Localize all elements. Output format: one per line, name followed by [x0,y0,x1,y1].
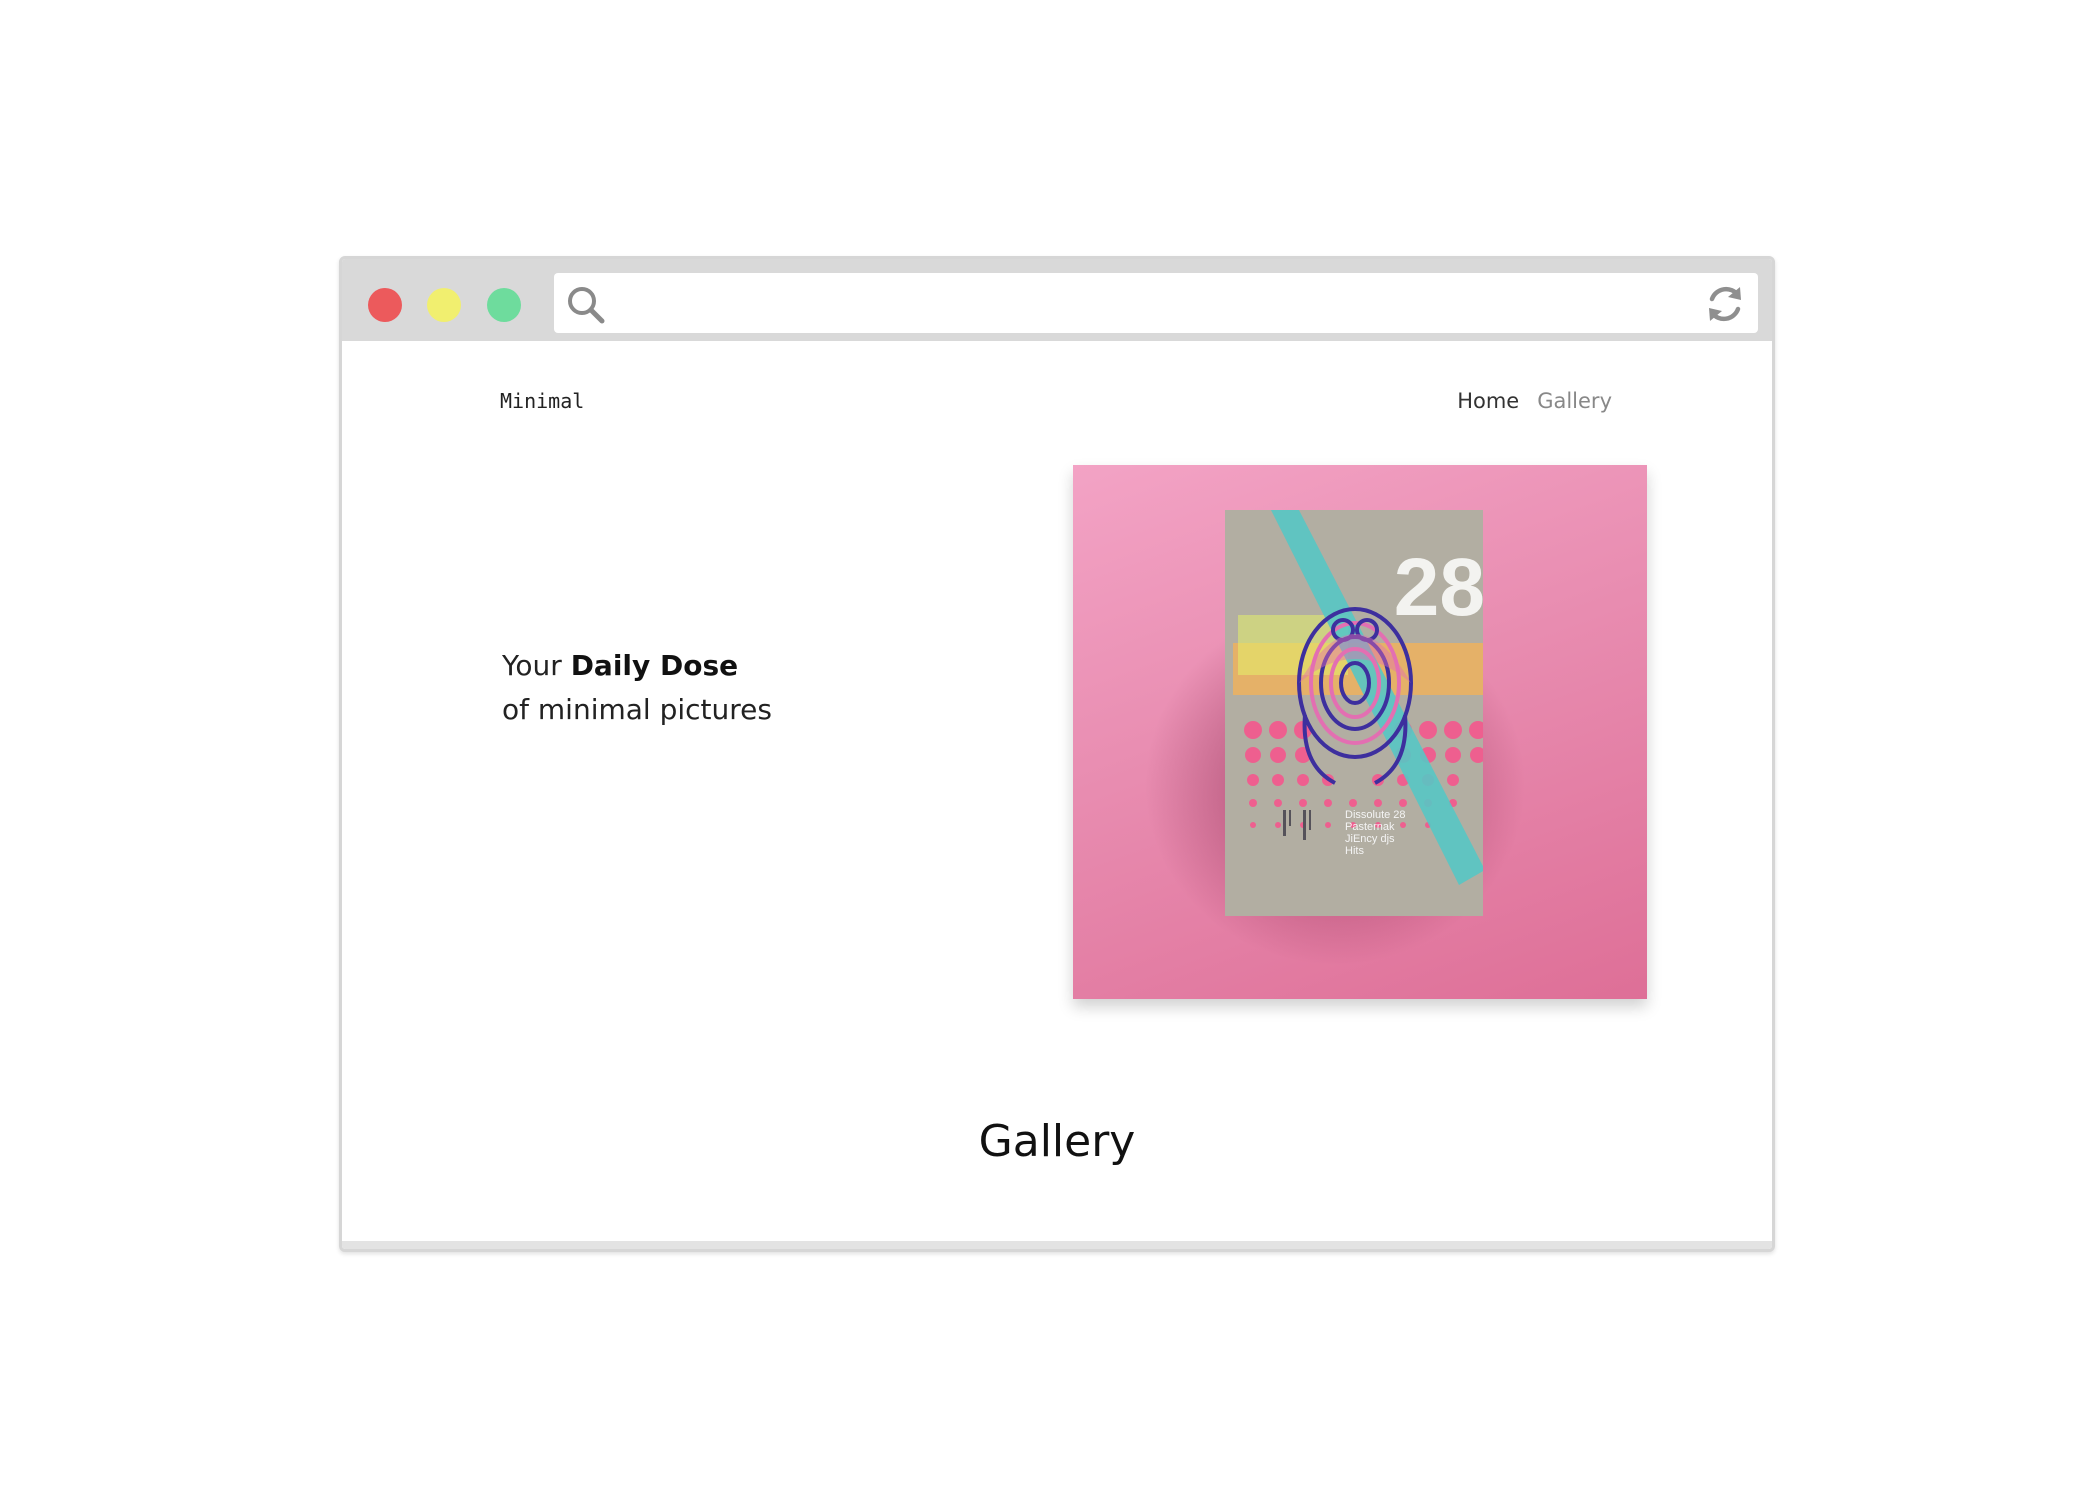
tagline-line-2: of minimal pictures [502,693,772,726]
tagline-highlight: Daily Dose [570,649,739,682]
poster-line-2: Pasternak [1345,821,1395,833]
browser-toolbar [342,259,1772,341]
hero-image: 28 Dissolute 28 Pasternak JiEncy djs Hit… [1073,465,1647,999]
browser-bottom-edge [342,1241,1772,1249]
nav-link-gallery[interactable]: Gallery [1537,389,1612,413]
gallery-section-title: Gallery [978,1115,1136,1167]
tagline-line-1: Your Daily Dose [502,644,772,688]
search-icon [568,287,605,324]
poster-number: 28 [1394,542,1485,633]
poster-line-1: Dissolute 28 [1345,809,1406,821]
refresh-icon[interactable] [1704,283,1746,325]
maximize-window-button[interactable] [487,288,521,322]
tagline-prefix: Your [502,649,562,682]
close-window-button[interactable] [368,288,402,322]
address-bar[interactable] [554,273,1758,333]
poster-line-4: Hits [1345,845,1364,857]
minimize-window-button[interactable] [427,288,461,322]
site-logo[interactable]: Minimal [500,389,584,413]
main-nav: Home Gallery [1457,389,1612,413]
nav-link-home[interactable]: Home [1457,389,1519,413]
hero-tagline: Your Daily Dose of minimal pictures [502,644,772,732]
poster-line-3: JiEncy djs [1345,833,1395,845]
poster-illustration: 28 Dissolute 28 Pasternak JiEncy djs Hit… [1145,510,1525,965]
browser-window: Minimal Home Gallery Your Daily Dose of … [339,256,1775,1252]
